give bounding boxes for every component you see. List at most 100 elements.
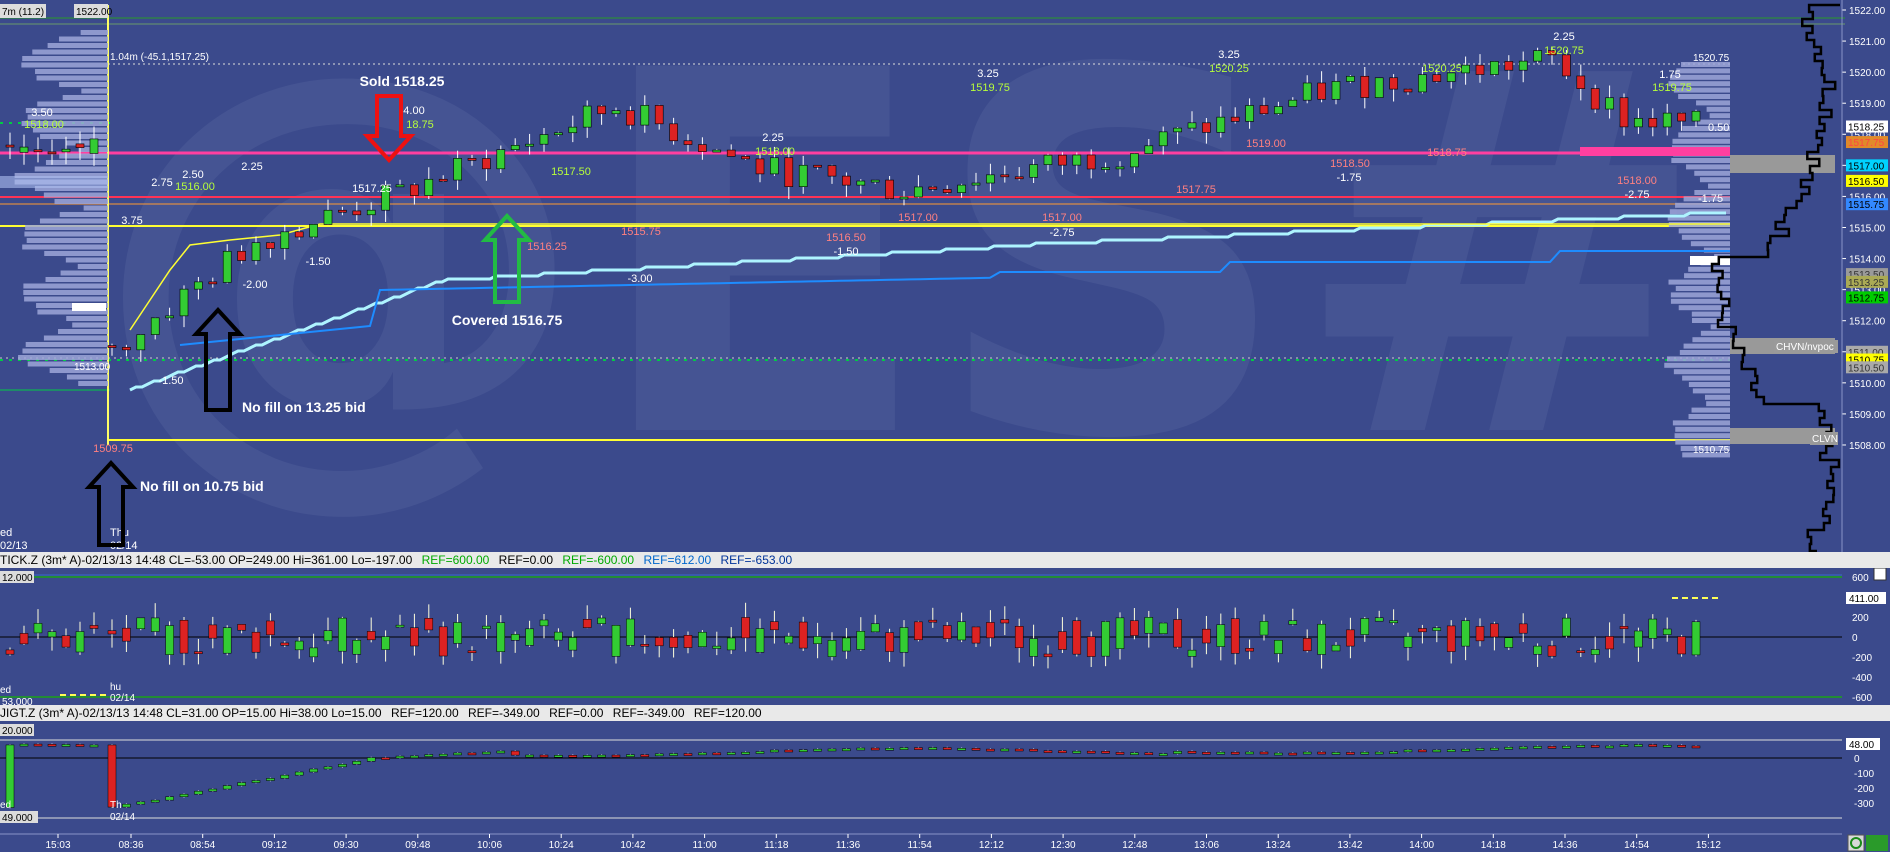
profile-bar (45, 160, 108, 165)
right-050-label: 0.50 (1708, 122, 1729, 134)
candle-body (1130, 153, 1139, 168)
scroll-button[interactable] (1866, 835, 1888, 851)
left-price-low: 1513.00 (74, 362, 111, 373)
tick-candle (89, 625, 99, 629)
tick-candle (712, 645, 722, 649)
candle-body (47, 151, 57, 155)
candle-body (323, 209, 333, 225)
jigt-candle (1014, 748, 1024, 752)
price-tick-label: 1510.00 (1849, 379, 1886, 390)
jigt-candle (1058, 750, 1067, 754)
chvn-label: CHVN/nvpoc (1776, 342, 1834, 353)
swing-label: 1517.75 (1176, 184, 1216, 196)
time-tick-label: 08:54 (190, 840, 215, 851)
jigt-ref-120: REF=120.00 (390, 706, 459, 720)
tick-date: hu (110, 682, 121, 693)
jigt-candle (1259, 751, 1269, 755)
jigt-candle (366, 757, 376, 762)
tick-candle (698, 631, 707, 647)
jigt-ref-neg349b: REF=-349.00 (612, 706, 685, 720)
tick-candle (798, 621, 808, 649)
price-tick-label: 1514.00 (1849, 255, 1886, 266)
swing-label: 3.25 (1218, 49, 1239, 61)
profile-bar (1676, 68, 1730, 74)
tick-candle (554, 631, 563, 641)
price-chart[interactable]: @ES#3.501518.002.752.501516.002.253.75-1… (0, 0, 1890, 852)
jigt-candle (122, 803, 131, 808)
price-tag-label: 1516.50 (1848, 177, 1885, 188)
jigt-candle (698, 752, 707, 756)
jigt-candle (1130, 752, 1139, 755)
price-tick-label: 1520.00 (1849, 68, 1886, 79)
candle-body (986, 174, 995, 184)
candle-body (179, 288, 189, 317)
profile-bar (22, 348, 108, 354)
swing-label: 1516.25 (527, 241, 567, 253)
jigt-candle (1677, 745, 1686, 748)
jigt-candle (1547, 746, 1557, 749)
jigt-candle (410, 755, 419, 759)
tick-candle (19, 633, 29, 645)
candle-body (75, 143, 85, 148)
time-tick-label: 09:12 (262, 840, 287, 851)
jigt-candle (19, 743, 29, 747)
candle-body (1691, 110, 1701, 122)
time-tick-label: 09:48 (405, 840, 430, 851)
tick-ref-neg653: REF=-653.00 (720, 553, 793, 567)
profile-bar (72, 322, 108, 328)
swing-label: 1520.25 (1422, 63, 1462, 75)
tick-candle (755, 628, 765, 653)
time-tick-label: 11:54 (908, 840, 933, 851)
swing-label: 1515.75 (621, 226, 661, 238)
tick-candle (266, 620, 275, 636)
jigt-candle (726, 752, 736, 755)
tick-candle (1173, 619, 1182, 648)
candle-body (971, 182, 981, 186)
tick-candle (1619, 626, 1629, 630)
candle-body (309, 224, 318, 238)
swing-label: 1520.75 (1544, 45, 1584, 57)
swing-label: 2.50 (182, 169, 203, 181)
right-bottom-label: 1510.75 (1693, 445, 1730, 456)
candle-body (1432, 74, 1442, 82)
profile-bar (1696, 100, 1730, 106)
tick-candle (1691, 621, 1701, 656)
jigt-candle (107, 744, 117, 808)
jigt-candle (251, 780, 261, 783)
jigt-candle (1374, 751, 1384, 755)
candle-body (611, 110, 621, 115)
swing-label: 1519.75 (970, 82, 1010, 94)
tick-candle (1230, 618, 1240, 654)
jigt-candle (1331, 752, 1341, 755)
tick-candle (1130, 620, 1139, 636)
candle-body (1302, 82, 1312, 101)
tick-candle (366, 631, 376, 641)
jigt-candle (266, 778, 275, 781)
candle-body (208, 281, 218, 285)
swing-label: 2.25 (241, 161, 262, 173)
jigt-date: Th (110, 800, 122, 811)
jigt-candle (1490, 747, 1499, 751)
tick-candle (986, 622, 995, 639)
profile-bar (26, 238, 108, 243)
jigt-candle (179, 793, 189, 797)
jigt-candle (1288, 752, 1298, 756)
candle-body (741, 156, 750, 160)
swing-label: 4.00 (403, 105, 424, 117)
jigt-candle (611, 754, 621, 758)
jigt-candle (1216, 751, 1226, 755)
nofill-annotation-2: No fill on 10.75 bid (140, 478, 264, 494)
tick-candle (899, 627, 909, 653)
candle-body (1187, 122, 1197, 129)
candle-body (438, 178, 448, 182)
tick-candle (856, 631, 866, 650)
profile-bar (80, 30, 108, 35)
candle-body (726, 149, 736, 157)
tick-candle (122, 627, 131, 642)
vwap-label: 1.04m (-45.1,1517.25) (110, 52, 209, 63)
tick-candle (942, 625, 952, 639)
candle-body (1389, 77, 1398, 90)
jigt-candle (770, 749, 779, 753)
time-tick-label: 08:36 (118, 840, 143, 851)
jigt-candle (856, 747, 866, 751)
